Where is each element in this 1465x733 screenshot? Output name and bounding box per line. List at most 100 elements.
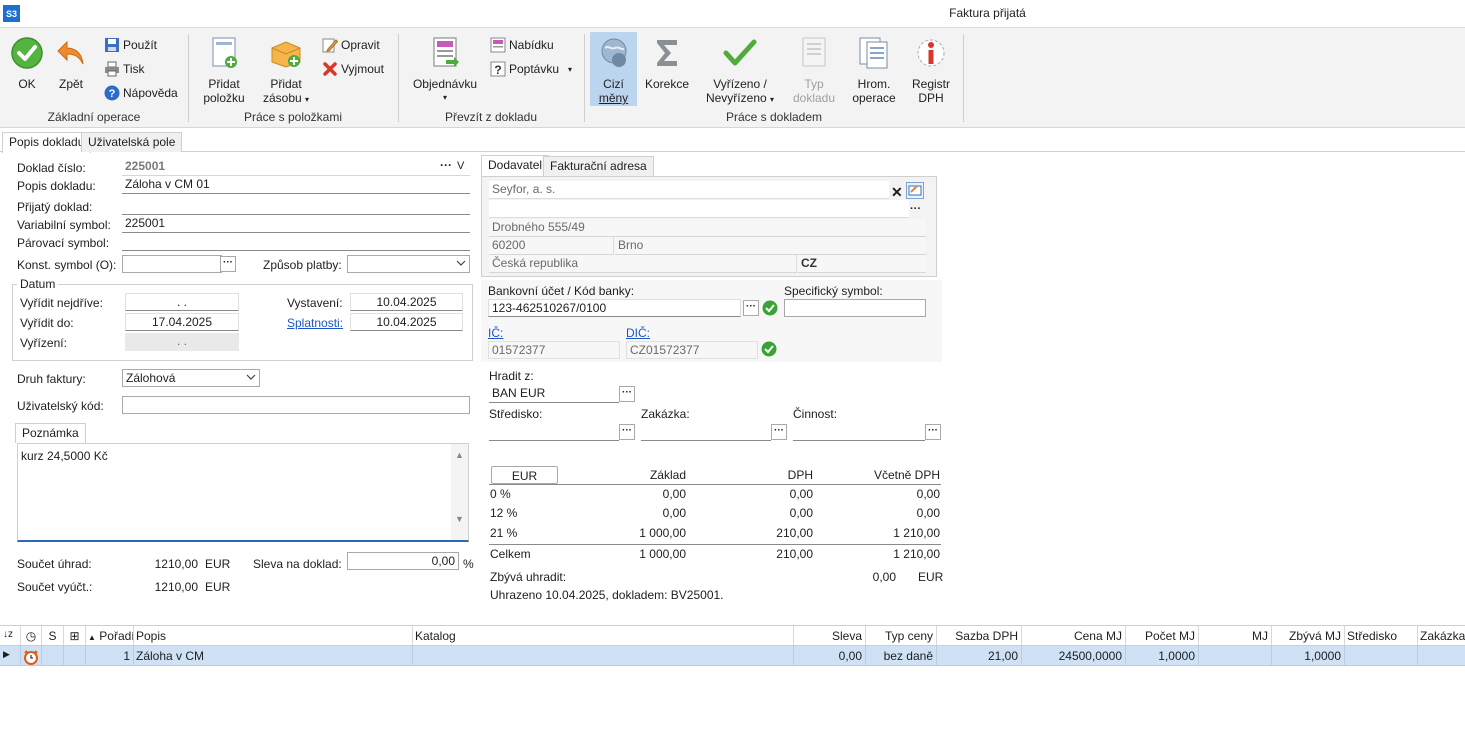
back-label: Zpět	[58, 77, 83, 91]
bank-account-picker-button[interactable]: ···	[743, 300, 759, 316]
discount-field[interactable]: 0,00	[347, 552, 459, 570]
ok-button[interactable]: OK	[8, 36, 46, 91]
tab-supplier[interactable]: Dodavatel	[481, 155, 550, 176]
edit-button[interactable]: Opravit	[322, 36, 380, 54]
pair-symbol-field[interactable]	[122, 233, 470, 251]
remaining-currency: EUR	[918, 570, 944, 584]
user-code-field[interactable]	[122, 396, 470, 414]
sort-az-icon[interactable]: ↓z	[0, 626, 21, 645]
dropdown-arrow-icon: ▾	[770, 95, 775, 104]
contract-picker-button[interactable]: ···	[771, 424, 787, 440]
center-field[interactable]	[489, 423, 619, 441]
take-offer-button[interactable]: Nabídku	[490, 36, 554, 54]
vat-total-0: 0,00	[916, 487, 940, 501]
resolve-by-field[interactable]: 17.04.2025	[125, 313, 239, 331]
tab-user-fields[interactable]: Uživatelská pole	[81, 132, 183, 152]
grid-header-center[interactable]: Středisko	[1345, 626, 1418, 645]
scroll-up-icon[interactable]: ▲	[451, 450, 468, 460]
center-picker-button[interactable]: ···	[619, 424, 635, 440]
bulk-operations-button[interactable]: Hrom. operace	[848, 36, 900, 105]
grid-header-contract[interactable]: Zakázka	[1418, 626, 1465, 645]
dic-field: CZ01572377	[626, 341, 758, 359]
due-link[interactable]: Splatnosti:	[287, 316, 343, 330]
payment-select[interactable]	[347, 255, 470, 273]
grid-header-unit[interactable]: MJ	[1199, 626, 1272, 645]
total-billing-currency: EUR	[205, 580, 231, 594]
const-symbol-picker-button[interactable]: ···	[220, 256, 236, 272]
use-button[interactable]: Použít	[104, 36, 157, 54]
tree-column-icon[interactable]: ⊞	[64, 626, 86, 645]
resolved-toggle-button[interactable]: Vyřízeno / Nevyřízeno ▾	[700, 36, 780, 107]
grid-header-remaining[interactable]: Zbývá MJ	[1272, 626, 1345, 645]
clock-column-icon[interactable]: ◷	[21, 626, 42, 645]
doc-no-field[interactable]: 225001	[122, 158, 470, 176]
activity-picker-button[interactable]: ···	[925, 424, 941, 440]
issued-field[interactable]: 10.04.2025	[350, 293, 463, 311]
bank-account-field[interactable]: 123-462510267/0100	[488, 299, 741, 317]
grid-header-s[interactable]: S	[42, 626, 64, 645]
activity-label: Činnost:	[793, 407, 838, 421]
red-x-icon	[323, 62, 337, 76]
back-button[interactable]: Zpět	[52, 36, 90, 91]
help-button[interactable]: ? Nápověda	[104, 84, 178, 102]
tab-billing-address[interactable]: Fakturační adresa	[543, 156, 654, 176]
specific-symbol-field[interactable]	[784, 299, 926, 317]
tab-description[interactable]: Popis dokladu	[2, 132, 92, 153]
order-document-icon	[433, 37, 459, 67]
ic-link[interactable]: IČ:	[488, 326, 503, 340]
foreign-currency-button[interactable]: Cizí měny	[590, 32, 637, 106]
activity-field[interactable]	[793, 423, 925, 441]
grid-header-catalog[interactable]: Katalog	[413, 626, 794, 645]
cut-button[interactable]: Vyjmout	[322, 60, 384, 78]
doc-desc-field[interactable]: Záloha v CM 01	[122, 176, 470, 194]
vat-register-button[interactable]: Registr DPH	[908, 36, 954, 105]
const-symbol-field[interactable]	[122, 255, 222, 273]
pay-from-picker-button[interactable]: ···	[619, 386, 635, 402]
dic-link[interactable]: DIČ:	[626, 326, 650, 340]
pay-from-field[interactable]: BAN EUR	[489, 385, 619, 403]
supplier-more-icon[interactable]: ···	[910, 203, 921, 215]
print-button[interactable]: Tisk	[104, 60, 145, 78]
grid-header-qty[interactable]: Počet MJ	[1126, 626, 1199, 645]
supplier-name-field[interactable]: Seyfor, a. s.	[489, 181, 889, 199]
dropdown-arrow-icon: ▾	[568, 64, 573, 74]
var-symbol-field[interactable]: 225001	[122, 215, 470, 233]
doc-type-icon	[802, 37, 826, 67]
currency-button[interactable]: EUR	[491, 466, 558, 484]
correction-button[interactable]: Korekce	[643, 36, 691, 91]
resolve-first-field[interactable]: . .	[125, 293, 239, 311]
grid-header-order[interactable]: ▲ Pořadí	[86, 626, 134, 645]
take-order-button[interactable]: Objednávku ▾	[410, 36, 480, 105]
total-payment-value: 1210,00	[154, 557, 198, 571]
tab-note[interactable]: Poznámka	[15, 423, 86, 443]
doc-no-menu-icon[interactable]: ···	[440, 158, 452, 172]
take-inquiry-button[interactable]: ? Poptávku ▾	[490, 60, 572, 78]
clear-supplier-icon[interactable]: ✕	[891, 184, 903, 201]
note-textarea[interactable]: kurz 24,5000 Kč ▲ ▼	[17, 443, 469, 542]
row-vat-rate-cell: 21,00	[937, 646, 1022, 666]
due-field[interactable]: 10.04.2025	[350, 313, 463, 331]
grid-header-vat-rate[interactable]: Sazba DPH	[937, 626, 1022, 645]
note-scrollbar[interactable]: ▲ ▼	[451, 444, 468, 540]
doc-no-v-icon[interactable]: V	[457, 160, 464, 172]
bulk-documents-icon	[859, 37, 888, 69]
address-book-icon[interactable]	[906, 182, 924, 199]
grid-header-desc[interactable]: Popis	[134, 626, 413, 645]
grid-header-price-type[interactable]: Typ ceny	[866, 626, 937, 645]
doc-type-button[interactable]: Typ dokladu	[788, 36, 840, 105]
grid-header-unit-price[interactable]: Cena MJ	[1022, 626, 1126, 645]
contract-field[interactable]	[641, 423, 771, 441]
scroll-down-icon[interactable]: ▼	[451, 514, 468, 524]
supplier-line2-field[interactable]	[489, 200, 909, 218]
received-field[interactable]	[122, 197, 470, 215]
vat-rate-1: 12 %	[490, 506, 518, 520]
vat-sum-divider	[489, 544, 941, 545]
add-stock-button[interactable]: Přidat zásobu ▾	[258, 36, 314, 107]
grid-header-discount[interactable]: Sleva	[794, 626, 866, 645]
add-item-button[interactable]: Přidat položku	[198, 36, 250, 105]
payment-label: Způsob platby:	[263, 258, 342, 272]
invoice-type-select[interactable]: Zálohová	[122, 369, 260, 387]
alarm-clock-glyph-icon	[24, 650, 38, 665]
group-basic-label: Základní operace	[47, 110, 141, 124]
inquiry-document-icon: ?	[490, 61, 506, 77]
